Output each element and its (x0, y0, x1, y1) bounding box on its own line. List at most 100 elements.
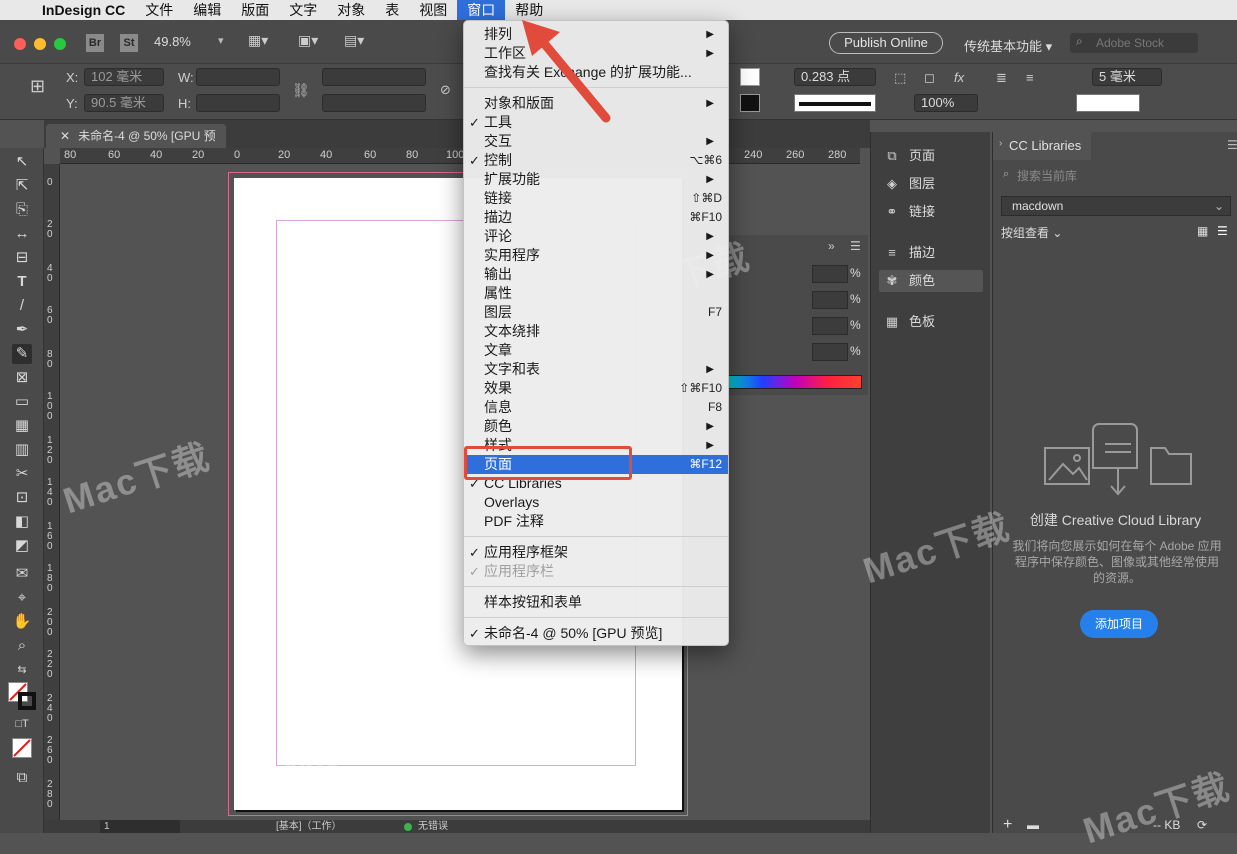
color-spectrum[interactable] (728, 375, 862, 389)
menu-help[interactable]: 帮助 (505, 0, 553, 20)
workspace-switcher[interactable]: 传统基本功能 ▾ (964, 36, 1052, 55)
align-icon[interactable]: ≣ (996, 70, 1007, 86)
zoom-level[interactable]: 49.8% (154, 34, 191, 49)
app-name-menu[interactable]: InDesign CC (32, 0, 135, 20)
frame-fitting-icon[interactable]: ⬚ (894, 70, 906, 86)
close-window-button[interactable] (14, 38, 26, 50)
gradient-swatch-tool-icon[interactable]: ◧ (12, 512, 32, 532)
page-tool-icon[interactable]: ⎘ (12, 200, 32, 220)
menu-window[interactable]: 窗口 (457, 0, 506, 20)
gap-field[interactable]: 5 毫米 (1092, 68, 1162, 86)
style-select[interactable] (1076, 94, 1140, 112)
apple-icon[interactable] (0, 0, 32, 20)
panel-collapse-icon[interactable]: › (999, 138, 1002, 149)
vertical-ruler[interactable]: 0 2 0 4 0 6 0 8 0 1 0 0 1 2 0 1 4 0 1 6 … (44, 164, 60, 824)
publish-online-button[interactable]: Publish Online (829, 32, 943, 54)
screen-mode-tool-icon[interactable]: ⧉ (12, 768, 32, 788)
link-icon[interactable]: ⊘ (440, 82, 451, 98)
menu-item[interactable]: PDF 注释 (464, 512, 728, 531)
group-view-dropdown[interactable]: 按组查看 ⌄ (1001, 224, 1062, 241)
menu-item[interactable]: 实用程序 ▶ (464, 246, 728, 265)
stock-search-input[interactable]: Adobe Stock (1070, 33, 1198, 53)
menu-item[interactable]: 文字和表 ▶ (464, 360, 728, 379)
h-field[interactable] (196, 94, 280, 112)
minimize-window-button[interactable] (34, 38, 46, 50)
scissors-tool-icon[interactable]: ✂ (12, 464, 32, 484)
arrange-documents-icon[interactable]: ▤▾ (344, 32, 364, 49)
apply-none-icon[interactable] (12, 738, 32, 758)
menu-item[interactable]: 文本绕排 (464, 322, 728, 341)
menu-type[interactable]: 文字 (279, 0, 327, 20)
zoom-tool-icon[interactable]: ⌕ (12, 636, 32, 656)
rotation-field[interactable] (322, 68, 426, 86)
menu-item[interactable]: 描边 ⌘F10 (464, 208, 728, 227)
type-tool-icon[interactable]: T (12, 272, 32, 292)
panel-stroke[interactable]: ≡ 描边 (879, 242, 983, 264)
swap-colors-icon[interactable]: ⇆ (12, 660, 32, 680)
panel-color[interactable]: ✾ 颜色 (879, 270, 983, 292)
menu-item[interactable]: 图层 F7 (464, 303, 728, 322)
menu-item[interactable]: 文章 (464, 341, 728, 360)
zoom-dropdown-icon[interactable]: ▾ (218, 34, 224, 47)
horizontal-ruler[interactable]: 80 60 40 20 0 20 40 60 80 100 240 260 28… (60, 148, 860, 164)
menu-item[interactable]: 扩展功能 ▶ (464, 170, 728, 189)
menu-item[interactable]: 链接 ⇧⌘D (464, 189, 728, 208)
panel-pages[interactable]: ⧉ 页面 (879, 145, 983, 167)
menu-edit[interactable]: 编辑 (183, 0, 231, 20)
panel-menu-icon[interactable]: ☰ (850, 239, 861, 253)
screen-mode-icon[interactable]: ▣▾ (298, 32, 318, 49)
effects-icon[interactable]: fx (954, 70, 964, 85)
master-page-label[interactable]: [基本]（工作） (276, 820, 342, 833)
formatting-affects-container-icon[interactable]: □T (12, 714, 32, 734)
menu-item[interactable]: 评论 ▶ (464, 227, 728, 246)
close-tab-icon[interactable]: ✕ (60, 129, 70, 143)
shear-field[interactable] (322, 94, 426, 112)
stroke-weight-field[interactable]: 0.283 点 (794, 68, 876, 86)
panel-swatches[interactable]: ▦ 色板 (879, 311, 983, 333)
stroke-swatch[interactable] (740, 94, 760, 112)
opacity-field[interactable]: 100% (914, 94, 978, 112)
cc-search-input[interactable]: 搜索当前库 (1001, 166, 1231, 186)
add-icon[interactable]: + (1003, 816, 1012, 834)
grid-view-icon[interactable]: ▦ (1197, 224, 1208, 238)
menu-item[interactable]: ✓ 未命名-4 @ 50% [GPU 预览] (464, 624, 728, 643)
line-tool-icon[interactable]: / (12, 296, 32, 316)
panel-collapse-icon[interactable]: » (828, 239, 835, 253)
menu-item[interactable]: 信息 F8 (464, 398, 728, 417)
selection-tool-icon[interactable]: ↖ (12, 152, 32, 172)
document-tab[interactable]: ✕未命名-4 @ 50% [GPU 预览] (46, 124, 226, 167)
menu-object[interactable]: 对象 (327, 0, 375, 20)
pencil-tool-icon[interactable]: ✎ (12, 344, 32, 364)
menu-layout[interactable]: 版面 (231, 0, 279, 20)
panel-menu-icon[interactable]: ☰ (1227, 138, 1237, 152)
panel-links[interactable]: ⚭ 链接 (879, 201, 983, 223)
rectangle-frame-tool-icon[interactable]: ⊠ (12, 368, 32, 388)
fill-swatch[interactable] (740, 68, 760, 86)
distribute-icon[interactable]: ≡ (1026, 70, 1034, 85)
menu-item[interactable]: 效果 ⇧⌘F10 (464, 379, 728, 398)
content-collector-icon[interactable]: ⊟ (12, 248, 32, 268)
free-transform-tool-icon[interactable]: ⊡ (12, 488, 32, 508)
drop-shadow-icon[interactable]: ◻ (924, 70, 935, 86)
menu-item[interactable]: 交互 ▶ (464, 132, 728, 151)
pen-tool-icon[interactable]: ✒ (12, 320, 32, 340)
eyedropper-tool-icon[interactable]: ⌖ (12, 588, 32, 608)
color-value-field[interactable] (812, 343, 848, 361)
menu-item[interactable]: 属性 (464, 284, 728, 303)
stroke-color-icon[interactable] (18, 692, 36, 710)
menu-item[interactable]: 样本按钮和表单 (464, 593, 728, 612)
panel-layers[interactable]: ◈ 图层 (879, 173, 983, 195)
menu-item[interactable]: ✓ 应用程序框架 (464, 543, 728, 562)
gap-tool-icon[interactable]: ↔ (12, 224, 32, 244)
grid-tool-icon[interactable]: ▥ (12, 440, 32, 460)
cc-libraries-tab[interactable]: CC Libraries (993, 132, 1091, 160)
view-options-icon[interactable]: ▦▾ (248, 32, 268, 49)
preflight-status[interactable]: 无错误 (418, 820, 448, 833)
page-number-field[interactable]: 1 (100, 820, 180, 833)
gradient-feather-tool-icon[interactable]: ◩ (12, 536, 32, 556)
constrain-proportions-icon[interactable]: ⛓ (292, 82, 310, 99)
folder-icon[interactable]: ▬ (1027, 818, 1039, 832)
x-field[interactable]: 102 毫米 (84, 68, 164, 86)
color-value-field[interactable] (812, 291, 848, 309)
menu-item[interactable]: Overlays (464, 493, 728, 512)
